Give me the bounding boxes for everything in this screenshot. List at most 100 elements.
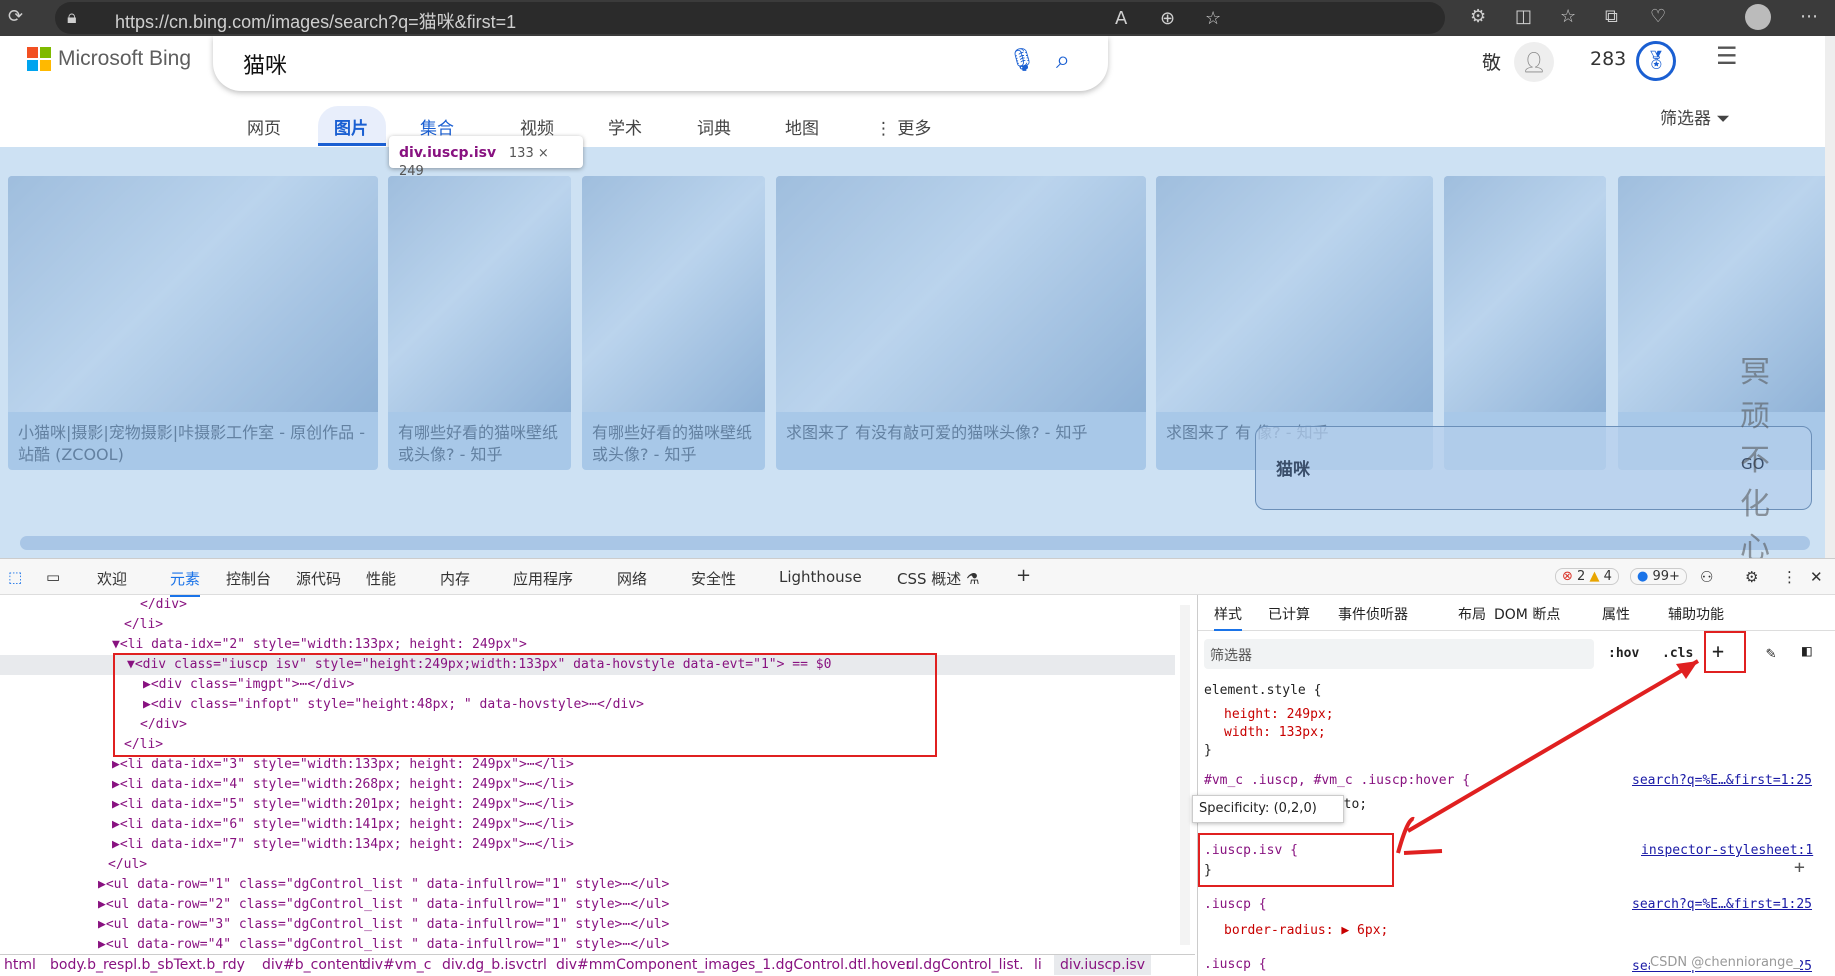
elements-tree[interactable]: </div> </li> ▼<li data-idx="2" style="wi… xyxy=(0,595,1195,952)
paint-brush-icon[interactable]: ✎ xyxy=(1766,643,1776,662)
nav-dictionary[interactable]: 词典 xyxy=(697,114,731,139)
hamburger-menu-icon[interactable]: ☰ xyxy=(1716,42,1738,70)
dom-line[interactable]: </div> xyxy=(140,595,187,615)
search-popup[interactable]: 猫咪 GO xyxy=(1255,426,1812,510)
crumb[interactable]: body.b_respl.b_sbText.b_rdy xyxy=(50,957,245,973)
zoom-icon[interactable]: ⊕ xyxy=(1160,8,1175,29)
nav-maps[interactable]: 地图 xyxy=(785,114,819,139)
read-aloud-icon[interactable]: A xyxy=(1115,8,1127,29)
warning-count: 4 xyxy=(1603,569,1612,584)
dom-line[interactable]: </li> xyxy=(124,615,163,635)
bing-logo[interactable]: Microsoft Bing xyxy=(27,47,191,71)
favorites-icon[interactable]: ☆ xyxy=(1560,6,1576,27)
microphone-icon[interactable]: 🎙︎ xyxy=(1008,48,1036,73)
add-tab-icon[interactable]: + xyxy=(1016,565,1031,586)
split-screen-icon[interactable]: ◫ xyxy=(1515,6,1532,27)
tab-elements[interactable]: 元素 xyxy=(170,568,201,597)
search-icon[interactable]: ⌕ xyxy=(1056,45,1070,75)
tab-security[interactable]: 安全性 xyxy=(691,568,736,589)
favorite-star-icon[interactable]: ☆ xyxy=(1205,8,1221,29)
tab-styles[interactable]: 样式 xyxy=(1214,604,1242,631)
dom-line[interactable]: ▶<li data-idx="4" style="width:268px; he… xyxy=(112,775,574,795)
refresh-icon[interactable]: ⟳ xyxy=(8,6,23,27)
tab-welcome[interactable]: 欢迎 xyxy=(97,568,127,589)
styles-pane: 样式 已计算 事件侦听器 布局 DOM 断点 属性 辅助功能 筛选器 :hov … xyxy=(1192,595,1835,976)
info-count: 99+ xyxy=(1652,569,1680,584)
crumb[interactable]: li xyxy=(1034,957,1042,973)
profile-avatar-icon[interactable] xyxy=(1745,4,1771,30)
tab-network[interactable]: 网络 xyxy=(617,568,647,589)
rewards-points[interactable]: 283 xyxy=(1590,48,1626,70)
csdn-credit: CSDN @chenniorange_ xyxy=(1650,955,1800,970)
horizontal-scrollbar[interactable] xyxy=(20,536,1810,550)
tab-properties[interactable]: 属性 xyxy=(1602,604,1630,624)
more-menu-icon[interactable]: ⋯ xyxy=(1800,6,1818,27)
nav-images[interactable]: 图片 xyxy=(334,114,368,139)
inspect-element-icon[interactable]: ⬚ xyxy=(8,568,22,586)
error-icon: ⊗ xyxy=(1562,569,1573,584)
extensions-icon[interactable]: ⚙ xyxy=(1470,6,1486,27)
device-toggle-icon[interactable]: ▭ xyxy=(46,568,60,586)
nav-more[interactable]: ⋮ 更多 xyxy=(875,114,931,139)
tab-performance[interactable]: 性能 xyxy=(366,568,396,589)
collections-icon[interactable]: ⧉ xyxy=(1605,6,1618,27)
tab-computed[interactable]: 已计算 xyxy=(1268,604,1310,624)
filter-label: 筛选器 xyxy=(1660,109,1711,129)
messages-counter[interactable]: ● 99+ xyxy=(1630,568,1687,585)
tab-console[interactable]: 控制台 xyxy=(226,568,271,589)
rewards-medal-icon[interactable]: 🏅︎ xyxy=(1636,41,1676,81)
elements-scrollbar[interactable] xyxy=(1180,605,1190,945)
breadcrumb: html body.b_respl.b_sbText.b_rdy div#b_c… xyxy=(0,954,1195,976)
tab-lighthouse[interactable]: Lighthouse xyxy=(779,568,862,586)
dom-line[interactable]: </ul> xyxy=(108,855,147,875)
tab-dom-breakpoints[interactable]: DOM 断点 xyxy=(1494,604,1560,624)
tab-layout[interactable]: 布局 xyxy=(1458,604,1486,624)
nav-web[interactable]: 网页 xyxy=(247,114,281,139)
dom-line[interactable]: ▶<ul data-row="4" class="dgControl_list … xyxy=(98,935,669,952)
tab-css-overview[interactable]: CSS 概述 ⚗ xyxy=(897,568,980,589)
search-input[interactable]: 猫咪 xyxy=(243,48,287,80)
dom-line[interactable]: ▶<ul data-row="1" class="dgControl_list … xyxy=(98,875,669,895)
search-box[interactable]: 猫咪 🎙︎ ⌕ xyxy=(213,36,1108,91)
crumb-selected[interactable]: div.iuscp.isv xyxy=(1054,955,1151,975)
crumb[interactable]: div#mmComponent_images_1.dgControl.dtl.h… xyxy=(556,957,911,973)
close-devtools-icon[interactable]: ✕ xyxy=(1810,568,1823,586)
dom-line[interactable]: ▶<li data-idx="3" style="width:133px; he… xyxy=(112,755,574,775)
issues-counter[interactable]: ⊗ 2 ▲ 4 xyxy=(1555,568,1619,585)
sidebar-toggle-icon[interactable]: ◧ xyxy=(1802,641,1812,660)
address-bar[interactable]: 🔒︎ https://cn.bing.com/images/search?q=猫… xyxy=(55,2,1445,34)
more-options-icon[interactable]: ⋮ xyxy=(1782,568,1797,586)
tab-sources[interactable]: 源代码 xyxy=(296,568,341,589)
devtools-tab-bar: ⬚ ▭ 欢迎 元素 控制台 源代码 性能 内存 应用程序 网络 安全性 Ligh… xyxy=(0,559,1835,597)
crumb[interactable]: ul.dgControl_list. xyxy=(906,957,1024,973)
tab-application[interactable]: 应用程序 xyxy=(513,568,573,589)
tab-event-listeners[interactable]: 事件侦听器 xyxy=(1338,604,1408,624)
add-property-icon[interactable]: + xyxy=(1794,857,1805,878)
rule-property[interactable]: border-radius: ▶ 6px; xyxy=(1224,923,1388,938)
dom-line[interactable]: ▶<li data-idx="6" style="width:141px; he… xyxy=(112,815,574,835)
dom-line[interactable]: ▶<ul data-row="3" class="dgControl_list … xyxy=(98,915,669,935)
user-avatar-icon[interactable]: 👤︎ xyxy=(1514,42,1554,82)
settings-gear-icon[interactable]: ⚙ xyxy=(1745,568,1758,586)
vertical-scrollbar[interactable] xyxy=(1825,36,1835,558)
rule-source-link[interactable]: search?q=%E…&first=1:25 xyxy=(1632,897,1812,912)
feedback-icon[interactable]: ⚇ xyxy=(1700,568,1713,586)
tab-memory[interactable]: 内存 xyxy=(440,568,470,589)
dom-line[interactable]: ▶<ul data-row="2" class="dgControl_list … xyxy=(98,895,669,915)
dom-line[interactable]: ▼<li data-idx="2" style="width:133px; he… xyxy=(112,635,527,655)
tooltip-selector: div.iuscp.isv xyxy=(399,145,497,161)
nav-academic[interactable]: 学术 xyxy=(608,114,642,139)
lock-icon[interactable]: 🔒︎ xyxy=(67,7,77,28)
crumb[interactable]: div#b_content xyxy=(262,957,364,973)
dom-line[interactable]: ▶<li data-idx="5" style="width:201px; he… xyxy=(112,795,574,815)
rule-selector[interactable]: .iuscp { xyxy=(1204,897,1267,912)
dom-line[interactable]: ▶<li data-idx="7" style="width:134px; he… xyxy=(112,835,574,855)
user-name[interactable]: 敬 xyxy=(1482,48,1501,75)
rule-selector[interactable]: .iuscp { xyxy=(1204,957,1267,972)
browser-essentials-icon[interactable]: ♡ xyxy=(1650,6,1666,27)
crumb[interactable]: html xyxy=(4,957,36,973)
crumb[interactable]: div.dg_b.isvctrl xyxy=(442,957,547,973)
crumb[interactable]: div#vm_c xyxy=(362,957,431,973)
filter-button[interactable]: 筛选器 ⏷ xyxy=(1660,104,1730,129)
tab-accessibility[interactable]: 辅助功能 xyxy=(1668,604,1724,624)
